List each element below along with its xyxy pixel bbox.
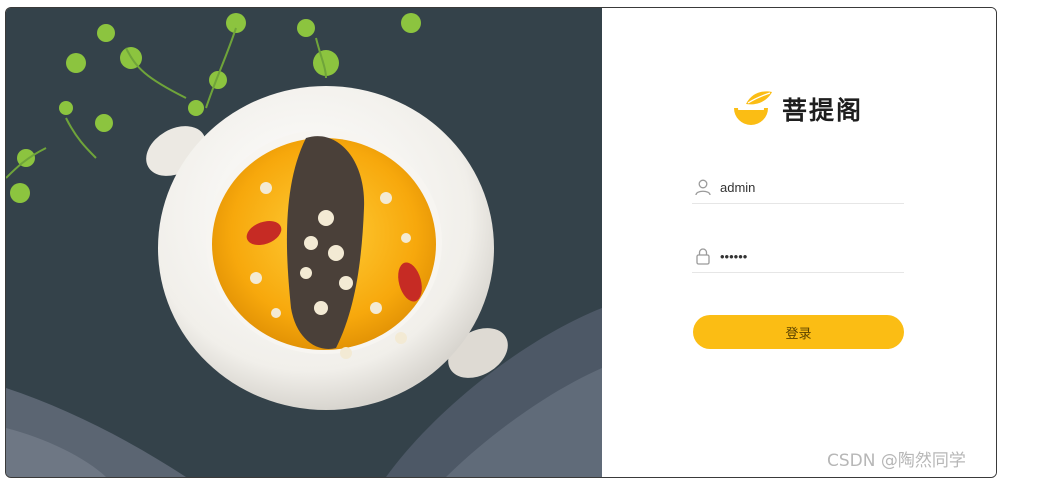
food-photo [6, 8, 602, 477]
username-field[interactable] [692, 171, 904, 204]
login-panel: 菩提阁 登录 [602, 8, 996, 477]
username-input[interactable] [720, 179, 890, 195]
brand-logo: 菩提阁 [728, 88, 863, 130]
password-input[interactable] [720, 248, 890, 264]
csdn-watermark: CSDN @陶然同学 [827, 451, 966, 471]
soup-bowl-image [6, 8, 602, 477]
password-field[interactable] [692, 240, 904, 273]
brand-name: 菩提阁 [782, 96, 864, 125]
login-window: 菩提阁 登录 [5, 7, 997, 478]
login-button[interactable]: 登录 [693, 315, 904, 349]
bowl-leaf-logo-icon [734, 91, 772, 125]
lock-icon [696, 248, 710, 265]
user-icon [695, 179, 711, 196]
